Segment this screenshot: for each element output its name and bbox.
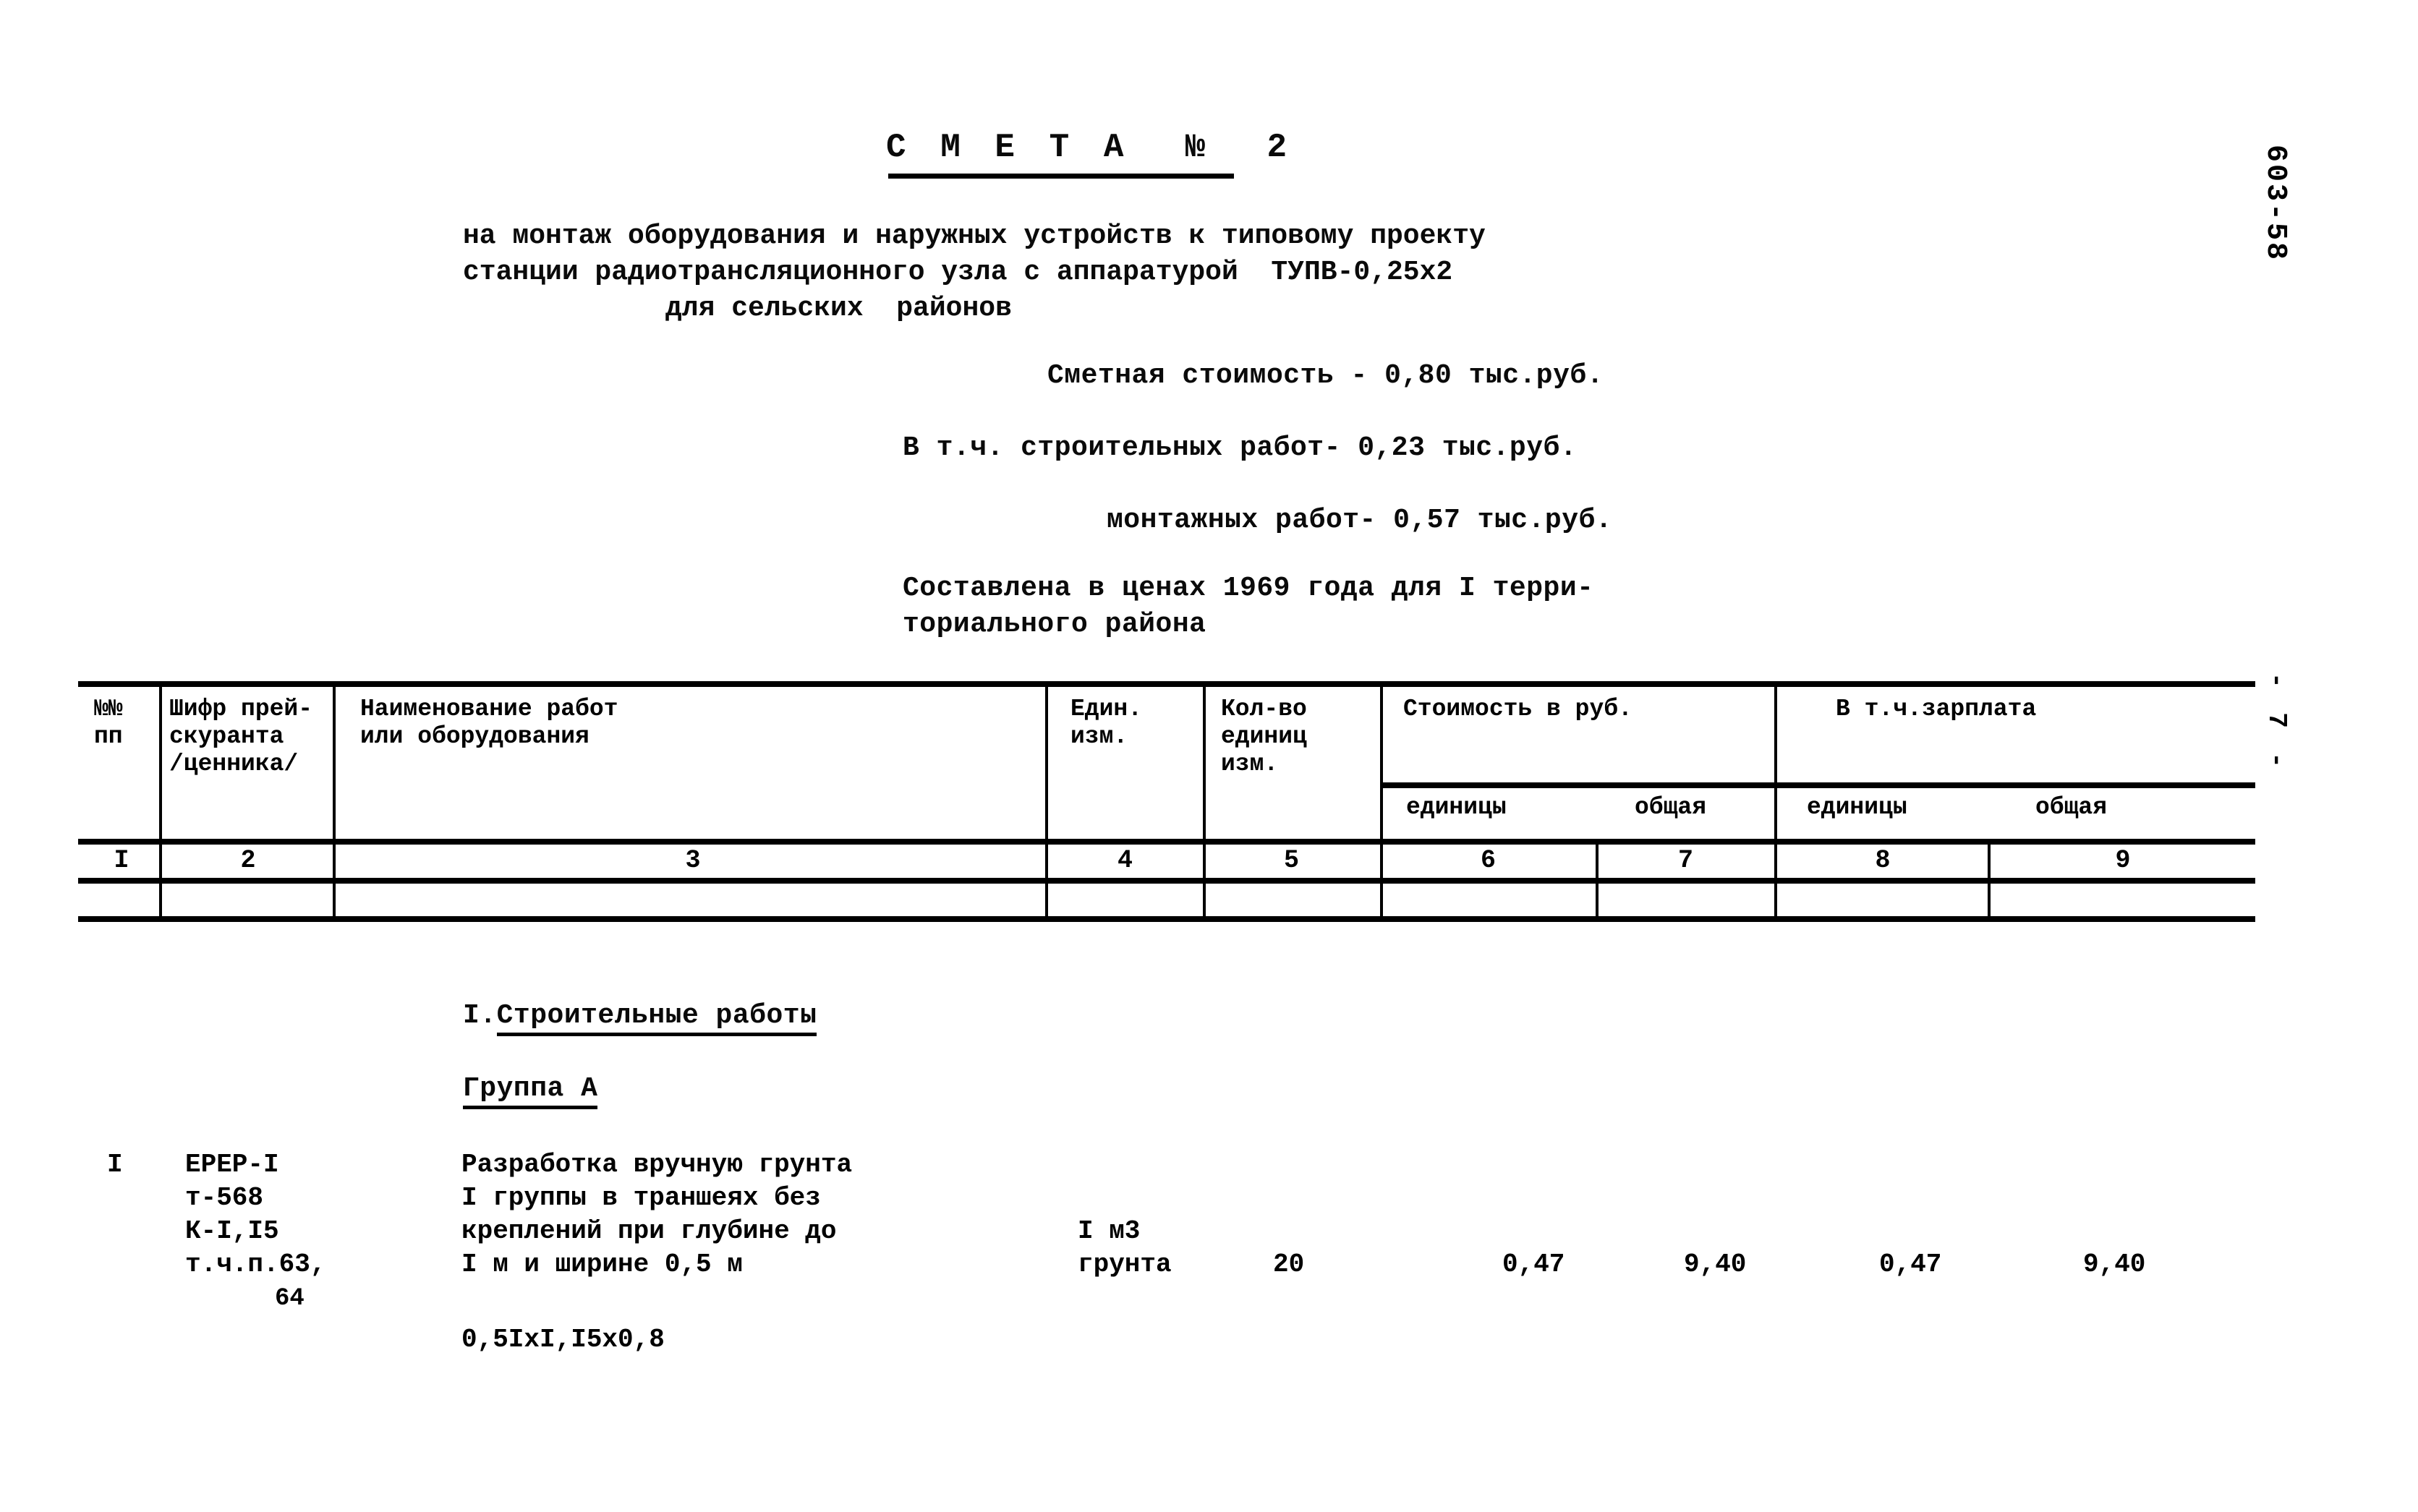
prices-note-line-2: ториального района xyxy=(903,609,1206,640)
subtitle-line-1: на монтаж оборудования и наружных устрой… xyxy=(463,221,1486,252)
row-quantity: 20 xyxy=(1273,1250,1305,1279)
table-vline-1 xyxy=(159,684,162,916)
document-code-margin: 603-58 xyxy=(2259,145,2291,262)
header-cost-unit: единицы xyxy=(1406,794,1507,821)
colnum-9: 9 xyxy=(2115,846,2131,875)
table-vline-5 xyxy=(1380,684,1383,916)
subtitle-line-2: станции радиотрансляционного узла с аппа… xyxy=(463,257,1453,288)
section-heading-prefix: I. xyxy=(463,1000,497,1031)
page-number-margin: - 7 - xyxy=(2262,672,2291,773)
colnum-8: 8 xyxy=(1875,846,1891,875)
table-rule-bottom xyxy=(78,916,2255,922)
subtitle-line-3: для сельских районов xyxy=(665,293,1012,324)
group-heading-text: Группа А xyxy=(463,1073,598,1109)
table-vline-8 xyxy=(1988,842,1991,916)
table-vline-6 xyxy=(1596,842,1598,916)
group-heading: Группа А xyxy=(463,1073,598,1109)
colnum-6: 6 xyxy=(1480,846,1496,875)
cost-installation-line: монтажных работ- 0,57 тыс.руб. xyxy=(1107,505,1613,536)
header-cost-total: общая xyxy=(1635,794,1707,821)
table-rule-top xyxy=(78,681,2255,687)
header-col-3: Наименование работ или оборудования xyxy=(360,696,618,750)
row-cipher: ЕРЕР-I т-568 К-I,I5 т.ч.п.63, xyxy=(185,1150,326,1279)
table-vline-7 xyxy=(1774,684,1777,916)
colnum-4: 4 xyxy=(1117,846,1133,875)
prices-note-line-1: Составлена в ценах 1969 года для I терри… xyxy=(903,573,1594,604)
smeta-table: №№ пп Шифр прей- скуранта /ценника/ Наим… xyxy=(78,681,2255,922)
row-extra-note: 0,5IхI,I5х0,8 xyxy=(461,1325,665,1354)
table-rule-mid xyxy=(78,839,2255,845)
row-salary-unit: 0,47 xyxy=(1879,1250,1942,1279)
salary-group-rule xyxy=(1774,782,2255,788)
table-rule-numrow xyxy=(78,878,2255,884)
row-description: Разработка вручную грунта I группы в тра… xyxy=(461,1150,853,1279)
document-page: С М Е Т А № 2 на монтаж оборудования и н… xyxy=(0,0,2418,1512)
table-vline-4 xyxy=(1203,684,1206,916)
section-heading-text: Строительные работы xyxy=(496,1000,817,1036)
colnum-1: I xyxy=(114,846,129,875)
header-col-2: Шифр прей- скуранта /ценника/ xyxy=(169,696,313,777)
table-vline-3 xyxy=(1045,684,1048,916)
row-salary-total: 9,40 xyxy=(2083,1250,2146,1279)
cost-group-rule xyxy=(1380,782,1774,788)
colnum-5: 5 xyxy=(1283,846,1299,875)
header-col-5: Кол-во единиц изм. xyxy=(1221,696,1307,777)
header-group-cost: Стоимость в руб. xyxy=(1403,696,1632,722)
table-vline-2 xyxy=(333,684,336,916)
section-heading-construction: I.Строительные работы xyxy=(463,1000,817,1036)
header-col-1: №№ пп xyxy=(94,696,123,750)
title-underline xyxy=(888,174,1234,179)
colnum-3: 3 xyxy=(685,846,701,875)
row-unit: I м3 грунта xyxy=(1078,1216,1172,1279)
cost-construction-line: В т.ч. строительных работ- 0,23 тыс.руб. xyxy=(903,432,1578,464)
row-cost-total: 9,40 xyxy=(1684,1250,1747,1279)
colnum-7: 7 xyxy=(1677,846,1693,875)
row-number: I xyxy=(107,1150,123,1179)
row-cost-unit: 0,47 xyxy=(1502,1250,1565,1279)
header-salary-total: общая xyxy=(2035,794,2108,821)
cost-total-line: Сметная стоимость - 0,80 тыс.руб. xyxy=(1047,360,1604,391)
header-salary-unit: единицы xyxy=(1807,794,1907,821)
header-group-salary: В т.ч.зарплата xyxy=(1836,696,2037,722)
header-col-4: Един. изм. xyxy=(1070,696,1143,750)
colnum-2: 2 xyxy=(240,846,256,875)
row-cipher-continuation: 64 xyxy=(275,1285,305,1312)
page-title: С М Е Т А № 2 xyxy=(886,129,1295,166)
